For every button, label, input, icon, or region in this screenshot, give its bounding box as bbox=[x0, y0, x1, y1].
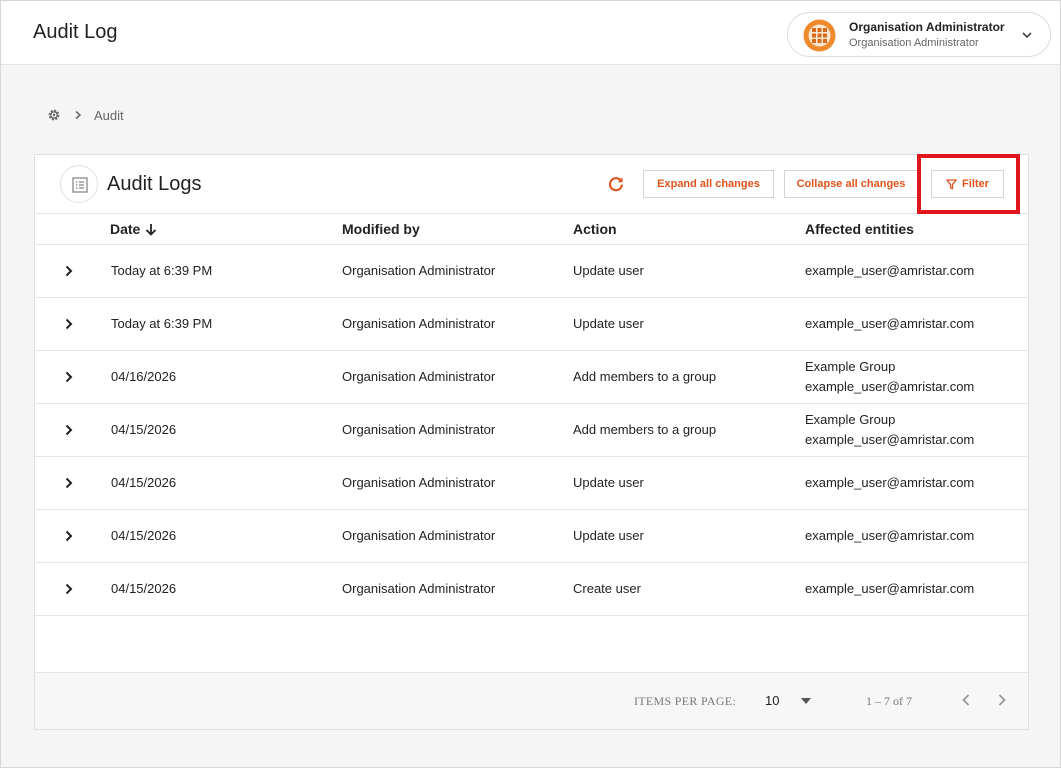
row-modified-by: Organisation Administrator bbox=[342, 422, 496, 437]
table-row[interactable]: Today at 6:39 PM Organisation Administra… bbox=[35, 245, 1028, 298]
chevron-right-icon[interactable] bbox=[63, 423, 75, 437]
expand-all-changes-button[interactable]: Expand all changes bbox=[643, 170, 774, 198]
user-name: Organisation Administrator bbox=[849, 20, 1005, 34]
row-modified-by: Organisation Administrator bbox=[342, 581, 496, 596]
refresh-icon[interactable] bbox=[607, 175, 625, 193]
column-date-label: Date bbox=[110, 221, 141, 237]
breadcrumb-current: Audit bbox=[94, 108, 124, 123]
filter-icon bbox=[946, 178, 957, 189]
card-header: Audit Logs Expand all changes Collapse a… bbox=[35, 154, 1028, 214]
row-action: Add members to a group bbox=[573, 422, 717, 437]
user-role: Organisation Administrator bbox=[849, 37, 979, 49]
row-action: Update user bbox=[573, 316, 644, 331]
column-affected-entities-header: Affected entities bbox=[805, 221, 914, 237]
table-row[interactable]: 04/16/2026 Organisation Administrator Ad… bbox=[35, 351, 1028, 404]
column-action-header: Action bbox=[573, 221, 617, 237]
previous-page-icon[interactable] bbox=[960, 693, 972, 707]
items-per-page-select[interactable]: 10 bbox=[765, 693, 779, 708]
column-modified-by-header: Modified by bbox=[342, 221, 420, 237]
row-date: 04/15/2026 bbox=[111, 528, 177, 543]
row-modified-by: Organisation Administrator bbox=[342, 316, 496, 331]
column-date-header[interactable]: Date bbox=[110, 221, 157, 237]
row-action: Update user bbox=[573, 263, 644, 278]
row-affected-entity: example_user@amristar.com bbox=[805, 432, 975, 447]
table-row[interactable]: 04/15/2026 Organisation Administrator Ad… bbox=[35, 404, 1028, 457]
collapse-all-changes-button[interactable]: Collapse all changes bbox=[784, 170, 918, 198]
chevron-right-icon[interactable] bbox=[63, 264, 75, 278]
row-affected-entity: Example Group bbox=[805, 359, 896, 374]
table-header: Date Modified by Action Affected entitie… bbox=[35, 214, 1028, 245]
row-affected-entities: Example Group example_user@amristar.com bbox=[805, 410, 974, 450]
row-action: Create user bbox=[573, 581, 641, 596]
row-affected-entity: example_user@amristar.com bbox=[805, 379, 975, 394]
chevron-right-icon[interactable] bbox=[63, 529, 75, 543]
page-range-label: 1 – 7 of 7 bbox=[866, 694, 912, 708]
chevron-right-icon[interactable] bbox=[63, 317, 75, 331]
chevron-right-icon bbox=[75, 110, 82, 120]
row-affected-entity: example_user@amristar.com bbox=[805, 528, 975, 543]
row-modified-by: Organisation Administrator bbox=[342, 369, 496, 384]
row-affected-entity: example_user@amristar.com bbox=[805, 263, 975, 278]
row-modified-by: Organisation Administrator bbox=[342, 475, 496, 490]
chevron-right-icon[interactable] bbox=[63, 582, 75, 596]
chevron-right-icon[interactable] bbox=[63, 370, 75, 384]
row-date: Today at 6:39 PM bbox=[111, 263, 213, 278]
row-action: Update user bbox=[573, 475, 644, 490]
filter-button[interactable]: Filter bbox=[931, 170, 1004, 198]
items-per-page-label: ITEMS PER PAGE: bbox=[634, 694, 737, 708]
top-bar: Audit Log Organisation Administrator Org… bbox=[1, 1, 1060, 65]
filter-label: Filter bbox=[962, 178, 989, 190]
next-page-icon[interactable] bbox=[996, 693, 1008, 707]
paginator: ITEMS PER PAGE: 10 1 – 7 of 7 bbox=[35, 672, 1028, 729]
row-date: 04/15/2026 bbox=[111, 422, 177, 437]
card-title: Audit Logs bbox=[107, 173, 202, 195]
row-action: Add members to a group bbox=[573, 369, 717, 384]
row-affected-entity: example_user@amristar.com bbox=[805, 581, 975, 596]
row-date: 04/15/2026 bbox=[111, 475, 177, 490]
table-row[interactable]: 04/15/2026 Organisation Administrator Up… bbox=[35, 510, 1028, 563]
caret-down-icon[interactable] bbox=[801, 698, 811, 704]
row-date: Today at 6:39 PM bbox=[111, 316, 213, 331]
table-row[interactable]: 04/15/2026 Organisation Administrator Cr… bbox=[35, 563, 1028, 616]
list-icon-badge bbox=[60, 165, 98, 203]
table-row[interactable]: Today at 6:39 PM Organisation Administra… bbox=[35, 298, 1028, 351]
gear-icon[interactable] bbox=[47, 108, 61, 122]
row-affected-entity: example_user@amristar.com bbox=[805, 316, 975, 331]
row-affected-entity: Example Group bbox=[805, 412, 896, 427]
table-row[interactable]: 04/15/2026 Organisation Administrator Up… bbox=[35, 457, 1028, 510]
chevron-right-icon[interactable] bbox=[63, 476, 75, 490]
row-modified-by: Organisation Administrator bbox=[342, 528, 496, 543]
organisation-logo-icon bbox=[803, 19, 836, 52]
audit-logs-card: Audit Logs Expand all changes Collapse a… bbox=[34, 154, 1029, 730]
chevron-down-icon[interactable] bbox=[1021, 29, 1033, 41]
row-date: 04/16/2026 bbox=[111, 369, 177, 384]
row-affected-entities: Example Group example_user@amristar.com bbox=[805, 357, 974, 397]
row-affected-entity: example_user@amristar.com bbox=[805, 475, 975, 490]
row-action: Update user bbox=[573, 528, 644, 543]
row-modified-by: Organisation Administrator bbox=[342, 263, 496, 278]
arrow-down-icon bbox=[145, 224, 157, 236]
list-icon bbox=[72, 177, 88, 193]
row-date: 04/15/2026 bbox=[111, 581, 177, 596]
user-menu[interactable]: Organisation Administrator Organisation … bbox=[787, 12, 1051, 57]
page-title: Audit Log bbox=[33, 21, 118, 43]
